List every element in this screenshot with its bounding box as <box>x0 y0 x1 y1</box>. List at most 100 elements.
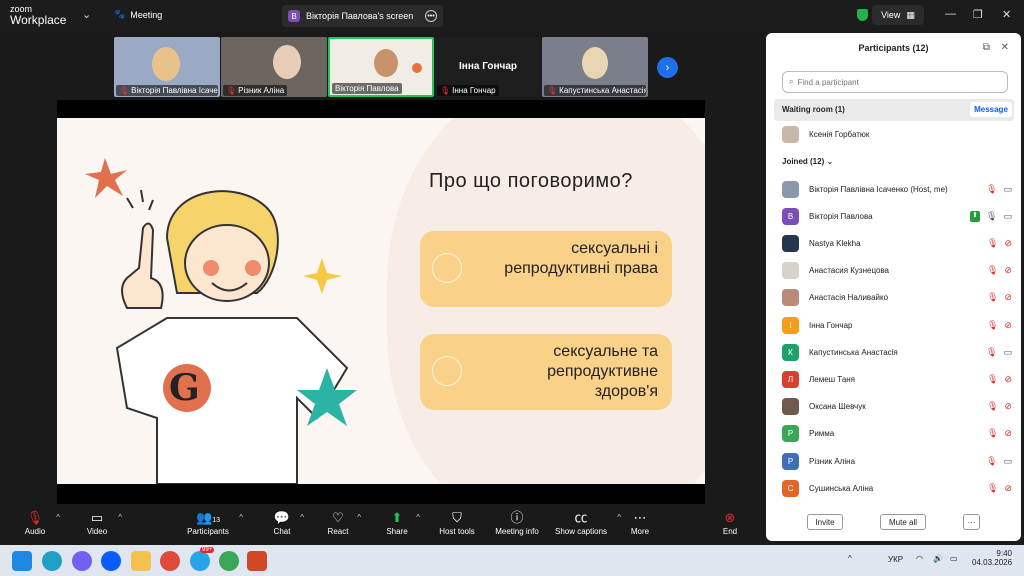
mic-off-icon[interactable]: 🎙 <box>987 401 998 412</box>
participant-row[interactable]: Р Різник Аліна 🎙 ▭ <box>782 451 1012 471</box>
battery-icon[interactable]: ▭ <box>950 554 958 563</box>
zoom-icon[interactable] <box>101 551 121 571</box>
joined-header[interactable]: Joined (12) ⌄ <box>782 157 833 166</box>
file-explorer-icon[interactable] <box>131 551 151 571</box>
mic-off-icon[interactable]: 🎙 <box>987 374 998 385</box>
minimize-icon[interactable]: — <box>945 8 956 20</box>
react-button[interactable]: ♡ React ^ <box>327 509 361 536</box>
mic-off-icon[interactable]: 🎙 <box>986 184 997 195</box>
input-language[interactable]: УКР <box>888 555 903 564</box>
participant-row[interactable]: К Капустинська Анастасія 🎙 ▭ <box>782 342 1012 362</box>
chrome-icon[interactable] <box>160 551 180 571</box>
grid-icon: ▦ <box>906 9 915 20</box>
participant-row[interactable]: Nastya Klekha 🎙 ⊘ <box>782 233 1012 253</box>
participant-name: Інна Гончар <box>809 320 853 330</box>
avatar: В <box>782 207 799 225</box>
mic-off-icon[interactable]: 🎙 <box>987 292 998 303</box>
mic-off-icon[interactable]: 🎙 <box>986 347 997 358</box>
shared-screen: G Про що поговоримо? сексуальні і репрод… <box>57 100 705 504</box>
camera-on-icon[interactable]: ▭ <box>1003 347 1012 358</box>
screen-share-pill[interactable]: B Вікторія Павлова's screen ••• <box>282 5 443 27</box>
mic-off-icon[interactable]: 🎙 <box>987 483 998 494</box>
mic-off-icon: 🎙 <box>226 86 237 95</box>
participant-name: Сушинська Аліна <box>809 483 874 493</box>
chevron-down-icon[interactable]: ⌄ <box>82 8 91 21</box>
participant-row[interactable]: Анастасия Кузнецова 🎙 ⊘ <box>782 261 1012 281</box>
close-panel-icon[interactable]: ✕ <box>1001 42 1009 53</box>
video-tile[interactable]: 🎙 Капустинська Анастасія <box>542 37 648 97</box>
invite-button[interactable]: Invite <box>807 514 843 530</box>
chat-button[interactable]: 💬 Chat ^ <box>272 509 304 536</box>
camera-on-icon[interactable]: ▭ <box>1003 184 1012 195</box>
waiting-participant[interactable]: Ксенія Горбатюк <box>782 124 1012 144</box>
pop-out-icon[interactable]: ⧉ <box>983 42 990 53</box>
camera-off-icon[interactable]: ⊘ <box>1004 292 1012 303</box>
avatar <box>782 289 799 307</box>
participant-row[interactable]: Анастасія Наливайко 🎙 ⊘ <box>782 288 1012 308</box>
telegram-icon[interactable]: 99+ <box>190 547 215 571</box>
mute-all-button[interactable]: Mute all <box>880 514 926 530</box>
participant-row[interactable]: Оксана Шевчук 🎙 ⊘ <box>782 397 1012 417</box>
mic-off-icon[interactable]: 🎙 <box>987 320 998 331</box>
camera-on-icon[interactable]: ▭ <box>1003 211 1012 222</box>
restore-icon[interactable]: ❐ <box>973 8 983 21</box>
captions-icon: ㏄ <box>574 510 588 525</box>
participant-row[interactable]: С Сушинська Аліна 🎙 ⊘ <box>782 478 1012 498</box>
message-button[interactable]: Message <box>970 102 1012 117</box>
video-tile-active-speaker[interactable]: Вікторія Павлова <box>328 37 434 97</box>
chrome-profile-icon[interactable] <box>219 551 239 571</box>
host-tools-button[interactable]: ⛉ Host tools <box>438 509 476 536</box>
video-tile[interactable]: 🎙Вікторія Павлівна Ісаченко <box>114 37 220 97</box>
camera-off-icon[interactable]: ⊘ <box>1004 238 1012 249</box>
video-tile[interactable]: 🎙 Різник Аліна <box>221 37 327 97</box>
video-button[interactable]: ▭ Video ^ <box>84 509 122 536</box>
video-tile[interactable]: Інна Гончар 🎙 Інна Гончар <box>435 37 541 97</box>
meeting-menu[interactable]: 🐾 Meeting <box>114 9 162 20</box>
participants-button[interactable]: 👥13 Participants ^ <box>185 509 243 536</box>
camera-off-icon[interactable]: ⊘ <box>1004 265 1012 276</box>
viber-icon[interactable] <box>72 551 92 571</box>
mic-off-icon[interactable]: 🎙 <box>987 428 998 439</box>
show-captions-button[interactable]: ㏄ Show captions ^ <box>553 509 621 536</box>
next-page-icon[interactable]: › <box>657 57 678 78</box>
more-button[interactable]: ⋯ More <box>628 509 652 536</box>
end-button[interactable]: ⊗ End <box>718 509 742 536</box>
audio-button[interactable]: 🎙 Audio ^ <box>22 509 60 536</box>
waiting-room-header[interactable]: Waiting room (1) Message <box>774 99 1014 121</box>
start-icon[interactable] <box>12 551 32 571</box>
mic-off-icon[interactable]: 🎙 <box>986 456 997 467</box>
camera-off-icon[interactable]: ⊘ <box>1004 374 1012 385</box>
share-button[interactable]: ⬆ Share ^ <box>386 509 420 536</box>
camera-off-icon[interactable]: ⊘ <box>1004 320 1012 331</box>
powerpoint-icon[interactable] <box>247 551 267 571</box>
clock[interactable]: 9:40 04.03.2026 <box>972 549 1012 567</box>
notification-badge: 99+ <box>200 547 215 553</box>
slide-title: Про що поговоримо? <box>429 170 633 192</box>
camera-off-icon[interactable]: ⊘ <box>1004 428 1012 439</box>
camera-off-icon[interactable]: ⊘ <box>1004 483 1012 494</box>
mic-on-icon[interactable]: 🎙 <box>986 211 997 222</box>
participant-row[interactable]: Л Лемеш Таня 🎙 ⊘ <box>782 369 1012 389</box>
more-button[interactable]: ··· <box>963 514 980 530</box>
search-input[interactable]: ⌕ Find a participant <box>782 71 1008 93</box>
mic-off-icon[interactable]: 🎙 <box>987 238 998 249</box>
mic-off-icon[interactable]: 🎙 <box>987 265 998 276</box>
mic-off-icon: 🎙 <box>440 86 451 95</box>
meeting-info-button[interactable]: ⓘ Meeting info <box>492 509 542 536</box>
edge-icon[interactable] <box>42 551 62 571</box>
tray-chevron-icon[interactable]: ^ <box>848 554 852 563</box>
participant-row[interactable]: Вікторія Павлівна Ісаченко (Host, me) 🎙 ▭ <box>782 179 1012 199</box>
participant-row[interactable]: В Вікторія Павлова ⬆ 🎙 ▭ <box>782 206 1012 226</box>
info-icon: ⓘ <box>510 510 524 525</box>
participant-name: Вікторія Павлівна Ісаченко (Host, me) <box>809 184 948 194</box>
camera-off-icon[interactable]: ⊘ <box>1004 401 1012 412</box>
more-options-icon[interactable]: ••• <box>425 10 437 22</box>
wifi-icon[interactable]: ◠ <box>916 554 923 563</box>
heart-hand-icon <box>432 356 462 386</box>
camera-on-icon[interactable]: ▭ <box>1003 456 1012 467</box>
participant-row[interactable]: І Інна Гончар 🎙 ⊘ <box>782 315 1012 335</box>
close-icon[interactable]: ✕ <box>1002 8 1011 21</box>
view-button[interactable]: View ▦ <box>872 5 924 25</box>
participant-row[interactable]: Р Римма 🎙 ⊘ <box>782 424 1012 444</box>
volume-icon[interactable]: 🔊 <box>933 554 943 563</box>
